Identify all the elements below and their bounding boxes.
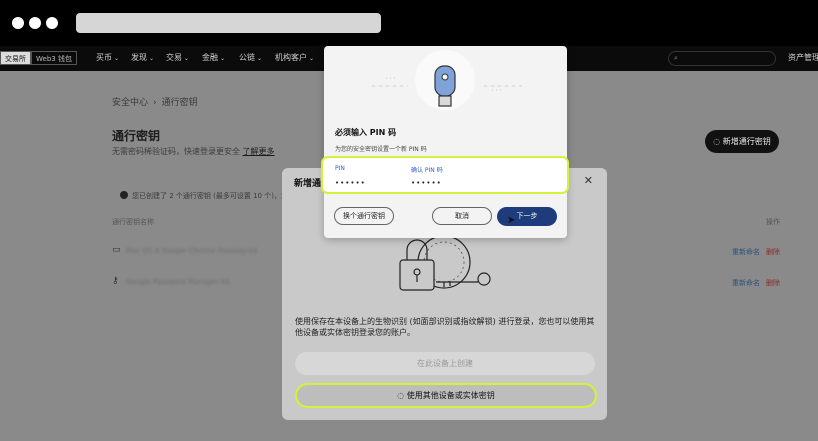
breadcrumb-passkey: 通行密钥 xyxy=(161,98,198,108)
change-passkey-button[interactable]: 换个通行密钥 xyxy=(334,207,394,225)
window-close-dot[interactable] xyxy=(12,17,24,29)
chevron-down-icon: ⌄ xyxy=(309,55,315,62)
rename-button[interactable]: 重新命名 xyxy=(732,247,760,257)
column-action-header: 操作 xyxy=(766,218,780,226)
confirm-pin-input[interactable]: •••••• xyxy=(411,179,442,187)
pin-input-strip: PIN •••••• 确认 PIN 码 •••••• xyxy=(321,156,569,194)
spinner-icon: ◌ xyxy=(397,391,407,400)
use-other-device-button[interactable]: ◌ 使用其他设备或实体密钥 xyxy=(295,383,597,408)
search-input[interactable]: ⌕ xyxy=(668,51,776,66)
nav-item-label: 机构客户 xyxy=(275,53,307,62)
key-icon: ⚷ xyxy=(112,276,119,286)
nav-item-trade[interactable]: 交易 ⌄ xyxy=(166,52,189,63)
chevron-right-icon: › xyxy=(153,98,157,108)
breadcrumb: 安全中心 › 通行密钥 xyxy=(112,95,198,108)
nav-item-label: 金融 xyxy=(202,53,218,62)
browser-chrome xyxy=(0,0,818,46)
use-other-device-label: 使用其他设备或实体密钥 xyxy=(406,391,495,400)
nav-item-label: 公链 xyxy=(239,53,255,62)
chevron-down-icon: ⌄ xyxy=(220,55,226,62)
delete-button[interactable]: 删除 xyxy=(766,247,780,257)
tab-exchange[interactable]: 交易所 xyxy=(0,51,31,65)
page-title: 通行密钥 xyxy=(112,129,161,143)
breadcrumb-security-center[interactable]: 安全中心 xyxy=(112,98,148,108)
pin-dialog-subtitle: 为您的安全密钥设置一个新 PIN 码 xyxy=(335,146,427,153)
nav-item-label: 发现 xyxy=(131,53,147,62)
subtitle-text: 无需密码稀验证码，快速登录更安全 xyxy=(112,147,240,156)
lock-illustration xyxy=(399,235,491,291)
screen: 交易所 Web3 钱包 买币 ⌄ 发现 ⌄ 交易 ⌄ 金融 ⌄ 公链 ⌄ 机构客户 ⌄ ⌕ … xyxy=(0,0,818,441)
info-icon xyxy=(120,191,128,199)
pin-dialog-title: 必须输入 PIN 码 xyxy=(335,128,397,137)
learn-more-link[interactable]: 了解更多 xyxy=(243,147,275,156)
pin-label: PIN xyxy=(335,165,345,172)
add-passkey-button[interactable]: ◌ 新增通行密钥 xyxy=(705,130,779,153)
cancel-button[interactable]: 取消 xyxy=(432,207,492,225)
close-icon[interactable]: ✕ xyxy=(584,174,593,187)
spinner-icon: ◌ xyxy=(713,137,723,146)
rename-button[interactable]: 重新命名 xyxy=(732,278,760,288)
mode-toggle: 交易所 Web3 钱包 xyxy=(0,51,77,65)
window-maximize-dot[interactable] xyxy=(46,17,58,29)
security-key-illustration xyxy=(372,50,522,110)
chevron-down-icon: ⌄ xyxy=(114,55,120,62)
next-button[interactable]: 下一步 xyxy=(497,207,557,226)
nav-item-label: 交易 xyxy=(166,53,182,62)
modal-description: 使用保存在本设备上的生物识别 (如面部识别或指纹解锁) 进行登录，您也可以使用其… xyxy=(295,317,595,337)
tab-web3-wallet[interactable]: Web3 钱包 xyxy=(31,51,77,65)
chevron-down-icon: ⌄ xyxy=(184,55,190,62)
confirm-pin-label: 确认 PIN 码 xyxy=(411,167,443,174)
column-name-header: 通行密钥名称 xyxy=(112,218,154,226)
add-passkey-label: 新增通行密钥 xyxy=(722,137,771,146)
mouse-cursor-icon: ➤ xyxy=(507,215,516,226)
nav-item-institutional[interactable]: 机构客户 ⌄ xyxy=(275,52,314,63)
nav-item-finance[interactable]: 金融 ⌄ xyxy=(202,52,225,63)
laptop-icon: ▭ xyxy=(112,245,121,255)
passkey-name: Mac OS X Google Chrome Passkey-Xd xyxy=(126,247,258,255)
nav-item-chain[interactable]: 公链 ⌄ xyxy=(239,52,262,63)
nav-item-discover[interactable]: 发现 ⌄ xyxy=(131,52,154,63)
delete-button[interactable]: 删除 xyxy=(766,278,780,288)
modal-title: 新增通 xyxy=(294,179,322,189)
chevron-down-icon: ⌄ xyxy=(149,55,155,62)
pin-dialog: 必须输入 PIN 码 为您的安全密钥设置一个新 PIN 码 换个通行密钥 取消 … xyxy=(324,46,567,238)
page-subtitle: 无需密码稀验证码，快速登录更安全 了解更多 xyxy=(112,146,275,157)
create-on-device-button[interactable]: 在此设备上创建 xyxy=(295,352,595,375)
passkey-name: Google Password Manager-Xd xyxy=(126,278,230,286)
address-bar[interactable] xyxy=(76,13,381,33)
search-icon: ⌕ xyxy=(674,54,678,62)
nav-item-buy[interactable]: 买币 ⌄ xyxy=(96,52,119,63)
window-minimize-dot[interactable] xyxy=(29,17,41,29)
nav-item-label: 买币 xyxy=(96,53,112,62)
pin-input[interactable]: •••••• xyxy=(335,179,366,187)
info-text: 您已创建了 2 个通行密钥 (最多可设置 10 个)，您 xyxy=(132,192,288,200)
chevron-down-icon: ⌄ xyxy=(257,55,263,62)
nav-asset-management[interactable]: 资产管理 xyxy=(788,52,818,63)
